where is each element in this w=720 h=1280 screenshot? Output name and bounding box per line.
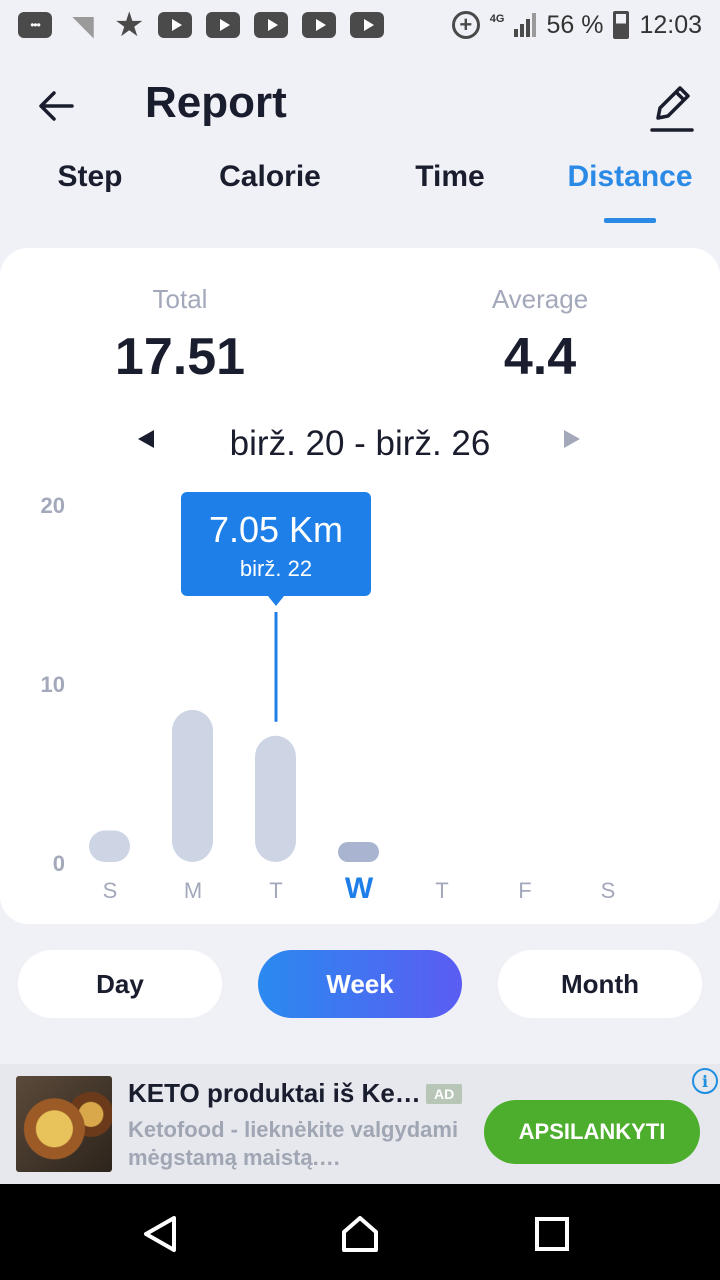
chart-bar — [255, 735, 296, 862]
star-icon: ★ — [114, 6, 145, 44]
date-range-selector: birž. 20 - birž. 26 — [0, 424, 720, 468]
edit-button[interactable] — [648, 80, 696, 132]
page-title: Report — [145, 78, 287, 127]
data-saver-icon: + — [451, 11, 480, 39]
info-icon[interactable]: i — [692, 1068, 718, 1094]
clock: 12:03 — [639, 10, 702, 39]
youtube-icon — [254, 12, 289, 38]
y-tick-label: 0 — [53, 851, 65, 876]
metric-tabs: Step Calorie Time Distance — [0, 160, 720, 230]
ad-title: KETO produktai iš Ke… — [128, 1078, 421, 1108]
wifi-question-icon: ◥ — [72, 9, 94, 41]
total-stat: Total 17.51 — [30, 284, 330, 387]
tooltip-arrow — [268, 596, 284, 606]
prev-week-icon[interactable] — [138, 430, 154, 448]
signal-icon — [514, 13, 537, 37]
network-type: 4G — [489, 12, 505, 25]
battery-icon — [613, 11, 630, 39]
tab-step[interactable]: Step — [0, 160, 180, 194]
average-value: 4.4 — [503, 328, 577, 386]
pencil-icon — [650, 86, 694, 132]
recents-icon[interactable] — [530, 1212, 574, 1256]
next-week-icon[interactable] — [564, 430, 580, 448]
app-header: Report — [0, 70, 720, 142]
x-tick-label: T — [269, 878, 282, 903]
messages-icon — [18, 12, 52, 38]
ad-badge: AD — [426, 1084, 463, 1104]
ad-image — [16, 1076, 112, 1172]
system-nav-bar — [0, 1184, 720, 1280]
youtube-icon — [302, 12, 337, 38]
chart-bar — [172, 709, 213, 862]
y-tick-label: 20 — [41, 493, 65, 518]
arrow-left-icon — [39, 91, 74, 121]
active-tab-indicator — [604, 218, 656, 223]
x-tick-label: M — [184, 878, 202, 903]
x-tick-label: F — [518, 878, 531, 903]
battery-percent: 56 % — [546, 10, 604, 39]
y-tick-label: 10 — [41, 672, 65, 697]
date-range-label: birž. 20 - birž. 26 — [229, 424, 491, 463]
youtube-icon — [206, 12, 241, 38]
tooltip-value: 7.05 Km — [209, 509, 343, 550]
total-value: 17.51 — [114, 328, 246, 386]
x-tick-label: S — [601, 878, 616, 903]
youtube-icon — [158, 12, 193, 38]
x-tick-label: T — [435, 878, 448, 903]
back-button[interactable] — [34, 84, 78, 128]
tab-calorie[interactable]: Calorie — [180, 160, 360, 194]
total-label: Total — [152, 284, 208, 314]
x-tick-label: W — [345, 872, 374, 905]
tab-time[interactable]: Time — [360, 160, 540, 194]
x-tick-label: S — [103, 878, 118, 903]
tooltip-date: birž. 22 — [240, 556, 312, 581]
youtube-icon — [350, 12, 385, 38]
distance-bar-chart: 0 10 20 S M T W T F S 7.05 Km birž. 22 — [41, 492, 616, 905]
tab-distance[interactable]: Distance — [540, 160, 720, 194]
home-icon[interactable] — [338, 1212, 382, 1256]
day-button[interactable]: Day — [18, 950, 222, 1018]
month-button[interactable]: Month — [498, 950, 702, 1018]
average-stat: Average 4.4 — [390, 284, 690, 387]
back-icon[interactable] — [138, 1212, 182, 1256]
week-button[interactable]: Week — [258, 950, 462, 1018]
average-label: Average — [491, 284, 589, 314]
chart-bar — [89, 830, 130, 862]
status-bar: ◥ ★ + 4G 56 % 12:03 — [0, 0, 720, 50]
ad-cta-button[interactable]: APSILANKYTI — [484, 1100, 700, 1164]
chart-bar — [338, 842, 379, 862]
report-card: Total 17.51 Average 4.4 birž. 20 - birž.… — [0, 248, 720, 924]
ad-banner[interactable]: KETO produktai iš Ke… AD Ketofood - liek… — [0, 1064, 720, 1184]
ad-description: Ketofood - lieknėkite valgydami mėgstamą… — [128, 1117, 459, 1170]
